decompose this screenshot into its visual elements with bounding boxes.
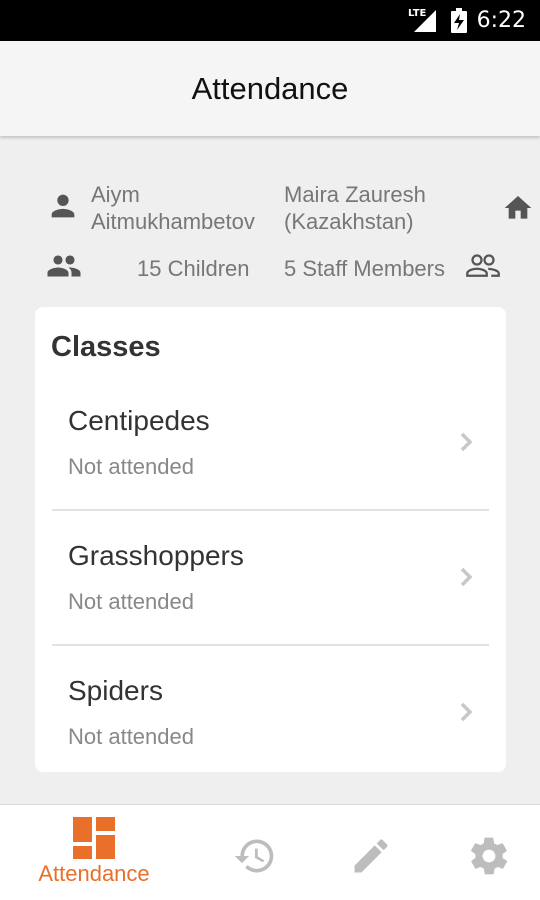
info-section: Aiym Aitmukhambetov Maira Zauresh (Kazak…	[0, 165, 540, 295]
page-title: Attendance	[191, 70, 349, 106]
class-status: Not attended	[68, 589, 194, 614]
class-name: Centipedes	[68, 405, 210, 436]
edit-icon	[354, 839, 388, 873]
class-status: Not attended	[68, 724, 194, 749]
settings-icon	[471, 837, 508, 875]
bottom-nav: Attendance	[0, 804, 540, 900]
children-count: 15 Children	[137, 256, 250, 281]
classes-title: Classes	[51, 331, 161, 363]
staff-count: 5 Staff Members	[284, 256, 445, 281]
nav-edit[interactable]	[336, 805, 406, 900]
class-item-grasshoppers[interactable]: Grasshoppers Not attended	[52, 511, 489, 646]
dashboard-icon	[73, 817, 115, 859]
battery-charging-icon	[451, 8, 467, 33]
class-item-centipedes[interactable]: Centipedes Not attended	[52, 376, 489, 511]
app-bar: Attendance	[0, 41, 540, 136]
location-name: Maira Zauresh (Kazakhstan)	[284, 182, 426, 234]
classes-card: Classes Centipedes Not attended Grasshop…	[35, 307, 506, 772]
people-outline-icon	[466, 254, 500, 277]
clock: 6:22	[476, 8, 526, 33]
chevron-right-icon	[460, 567, 473, 587]
class-name: Spiders	[68, 675, 163, 706]
user-name: Aiym Aitmukhambetov	[91, 182, 255, 234]
home-icon[interactable]	[502, 192, 534, 224]
nav-settings[interactable]	[454, 805, 524, 900]
history-icon	[234, 839, 274, 873]
person-icon	[51, 194, 75, 218]
lte-signal-icon: LTE	[408, 8, 436, 32]
chevron-right-icon	[460, 702, 473, 722]
nav-attendance-label: Attendance	[38, 861, 150, 886]
class-name: Grasshoppers	[68, 540, 244, 571]
status-bar: LTE 6:22	[0, 0, 540, 41]
class-status: Not attended	[68, 454, 194, 479]
chevron-right-icon	[460, 432, 473, 452]
group-icon	[47, 255, 81, 277]
nav-attendance[interactable]: Attendance	[28, 805, 160, 900]
class-item-spiders[interactable]: Spiders Not attended	[52, 646, 489, 781]
nav-history[interactable]	[220, 805, 290, 900]
